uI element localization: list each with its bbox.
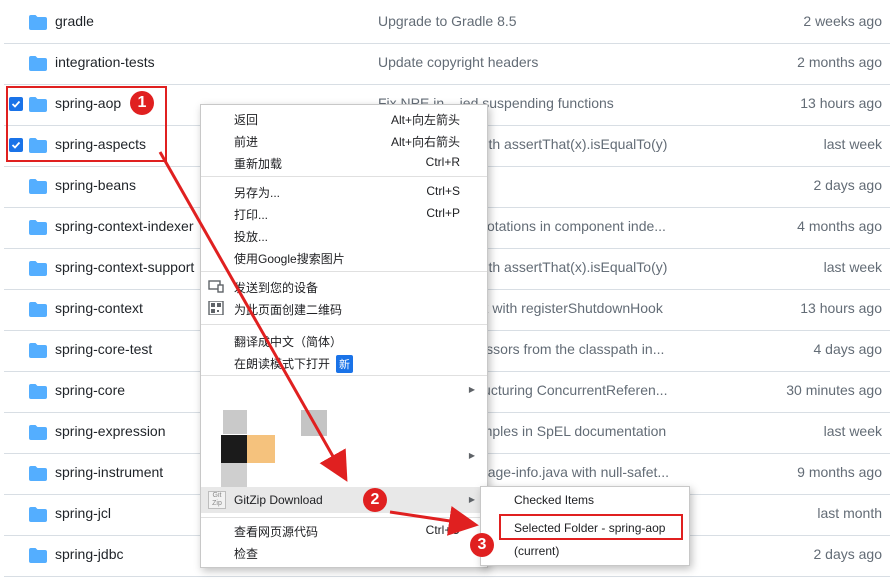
callout-badge-1: 1 <box>130 91 154 115</box>
callout-badge-3: 3 <box>470 533 494 557</box>
arrow-line <box>158 151 348 482</box>
annotation-arrows <box>158 151 479 536</box>
callout-badge-2: 2 <box>363 488 387 512</box>
arrow-line <box>389 506 479 536</box>
